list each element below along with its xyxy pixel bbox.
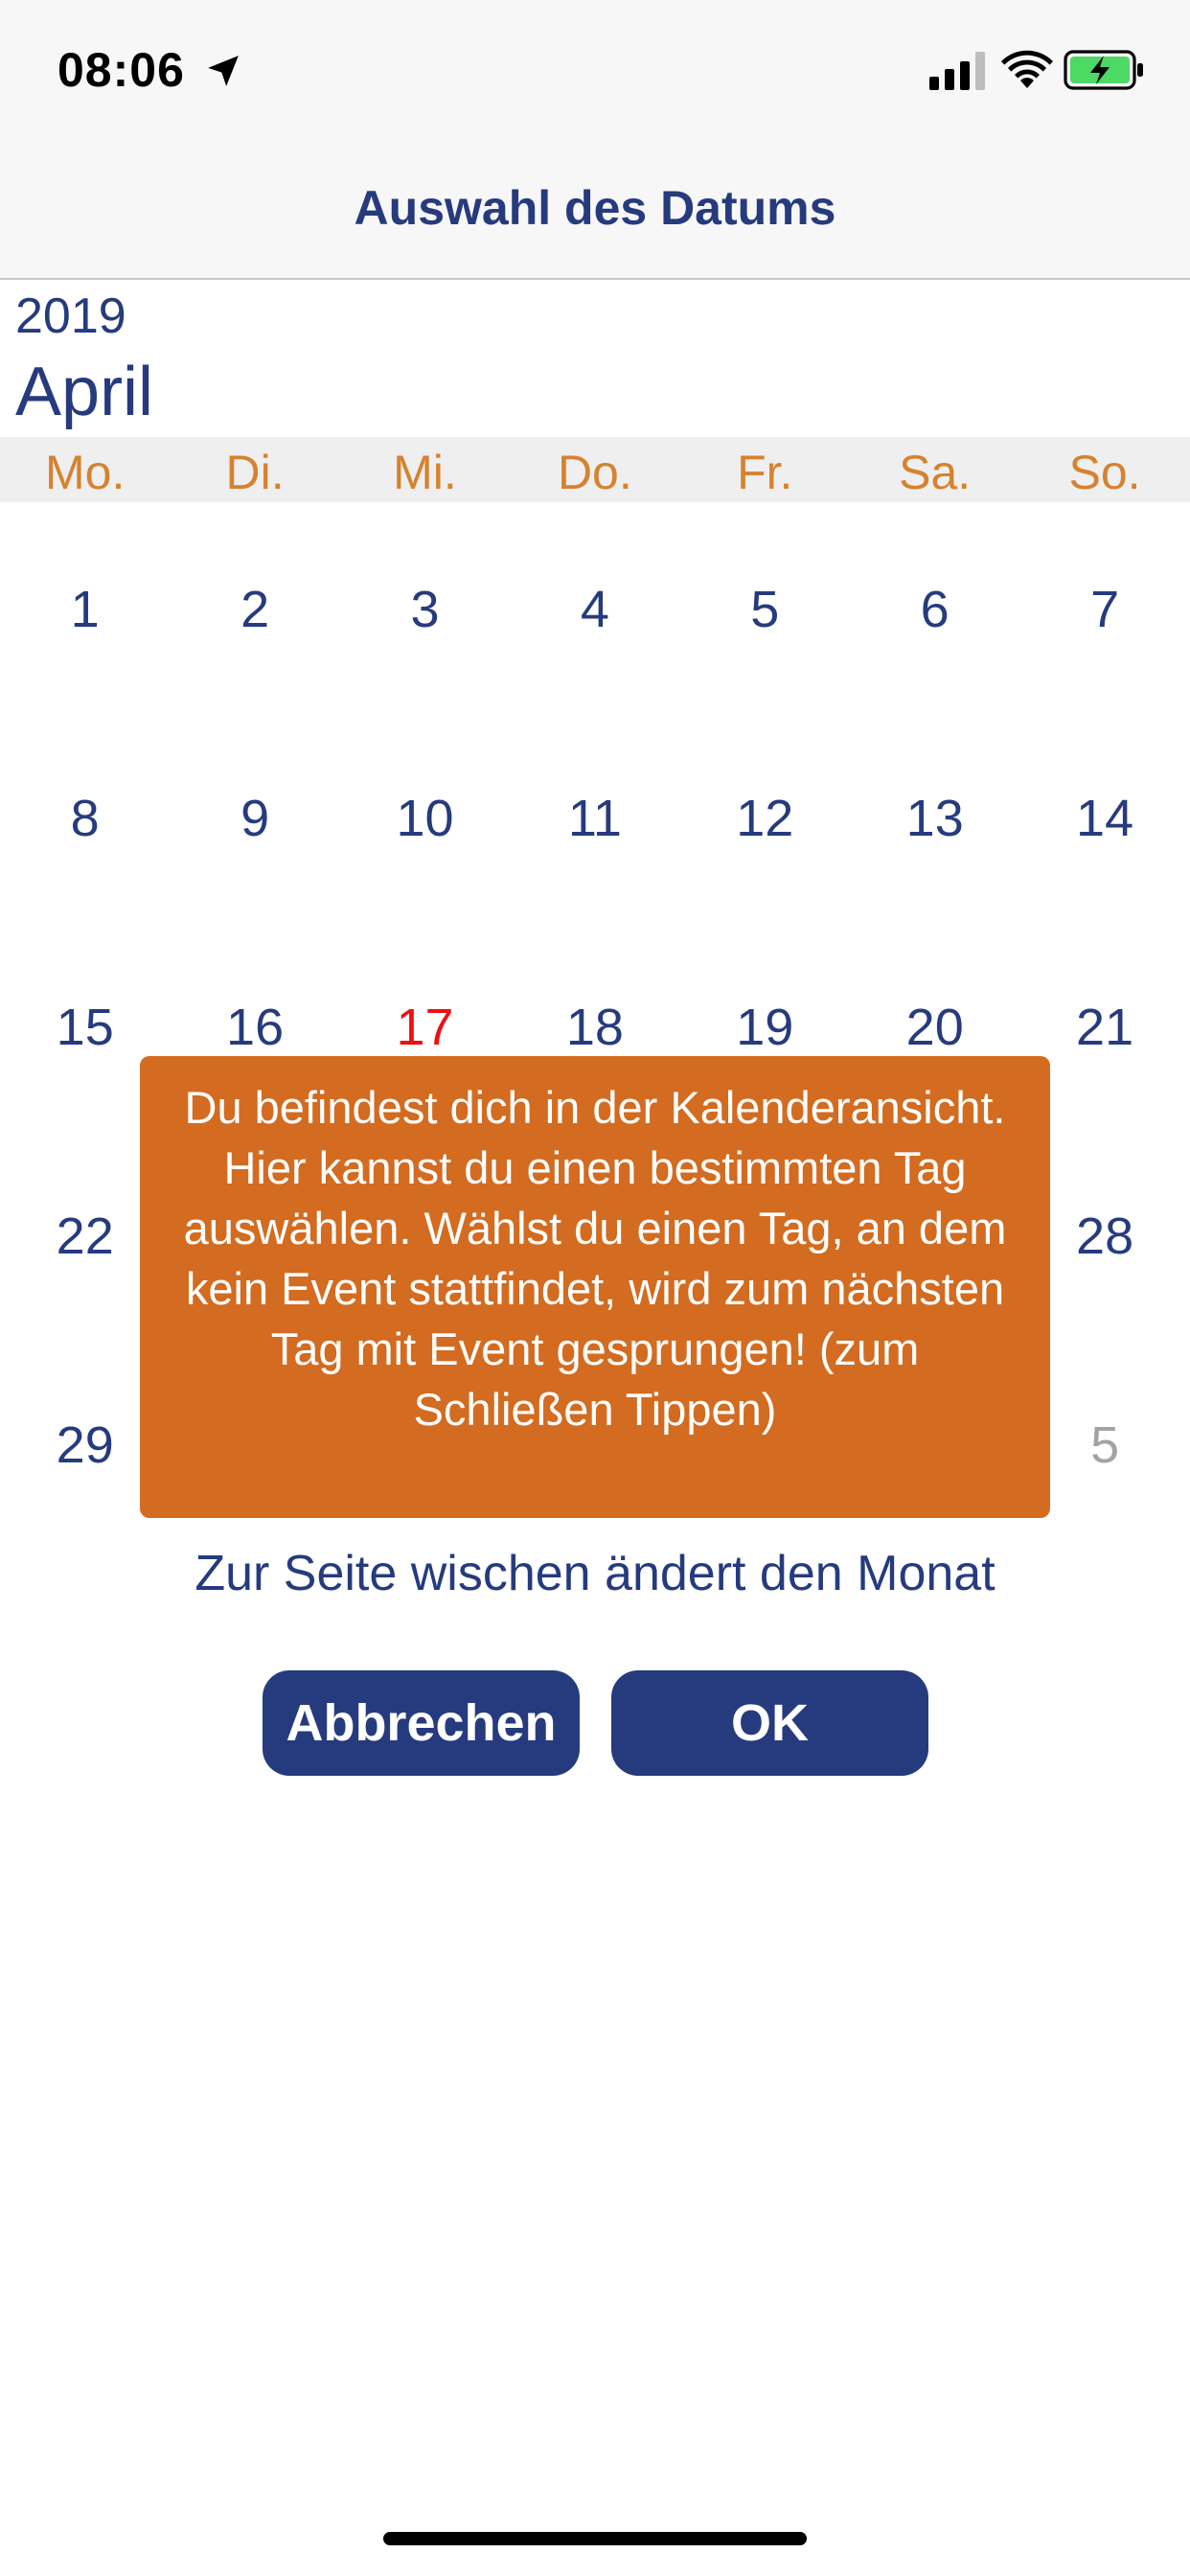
calendar-day[interactable]: 6 (850, 581, 1019, 638)
calendar-day[interactable]: 21 (1019, 999, 1189, 1056)
calendar-day[interactable]: 9 (170, 790, 339, 847)
ok-button[interactable]: OK (611, 1670, 928, 1776)
cancel-button[interactable]: Abbrechen (263, 1670, 580, 1776)
calendar-day[interactable]: 5 (680, 581, 850, 638)
weekday-header: Mo. Di. Mi. Do. Fr. Sa. So. (0, 437, 1190, 502)
calendar-day[interactable]: 18 (510, 999, 679, 1056)
calendar-day[interactable]: 16 (170, 999, 339, 1056)
calendar-day[interactable]: 10 (340, 790, 510, 847)
weekday-label: Do. (557, 446, 632, 499)
status-bar: 08:06 (0, 0, 1190, 144)
home-indicator[interactable] (383, 2532, 807, 2545)
navigation-bar: Auswahl des Datums (0, 144, 1190, 280)
location-arrow-icon (208, 56, 239, 86)
calendar-day[interactable]: 11 (510, 790, 679, 847)
swipe-hint: Zur Seite wischen ändert den Monat (195, 1546, 995, 1601)
calendar-day[interactable]: 12 (680, 790, 850, 847)
calendar-day[interactable]: 8 (0, 790, 170, 847)
calendar-month: April (15, 354, 154, 430)
weekday-label: Fr. (737, 446, 793, 499)
calendar-year: 2019 (15, 288, 126, 344)
battery-charging-icon (1064, 50, 1143, 90)
weekday-label: Sa. (899, 446, 972, 499)
calendar-day[interactable]: 15 (0, 999, 170, 1056)
weekday-label: Mo. (45, 446, 126, 499)
cellular-signal-icon (929, 52, 985, 90)
weekday-label: Di. (225, 446, 285, 499)
calendar-day[interactable]: 13 (850, 790, 1019, 847)
weekday-label: Mi. (393, 446, 457, 499)
calendar-day[interactable]: 2 (170, 581, 339, 638)
calendar-day[interactable]: 3 (340, 581, 510, 638)
calendar-day[interactable]: 14 (1019, 790, 1189, 847)
calendar-day[interactable]: 20 (850, 999, 1019, 1056)
calendar-day-today[interactable]: 17 (340, 999, 510, 1056)
info-tooltip[interactable]: Du befindest dich in der Kalenderansicht… (140, 1056, 1050, 1518)
wifi-icon (1001, 50, 1053, 88)
page-title: Auswahl des Datums (354, 181, 836, 235)
calendar-day[interactable]: 4 (510, 581, 679, 638)
calendar-day[interactable]: 1 (0, 581, 170, 638)
status-time: 08:06 (57, 43, 185, 97)
calendar-day[interactable]: 7 (1019, 581, 1189, 638)
calendar-day[interactable]: 19 (680, 999, 850, 1056)
weekday-label: So. (1068, 446, 1141, 499)
tooltip-text: Du befindest dich in der Kalenderansicht… (183, 1082, 1007, 1435)
